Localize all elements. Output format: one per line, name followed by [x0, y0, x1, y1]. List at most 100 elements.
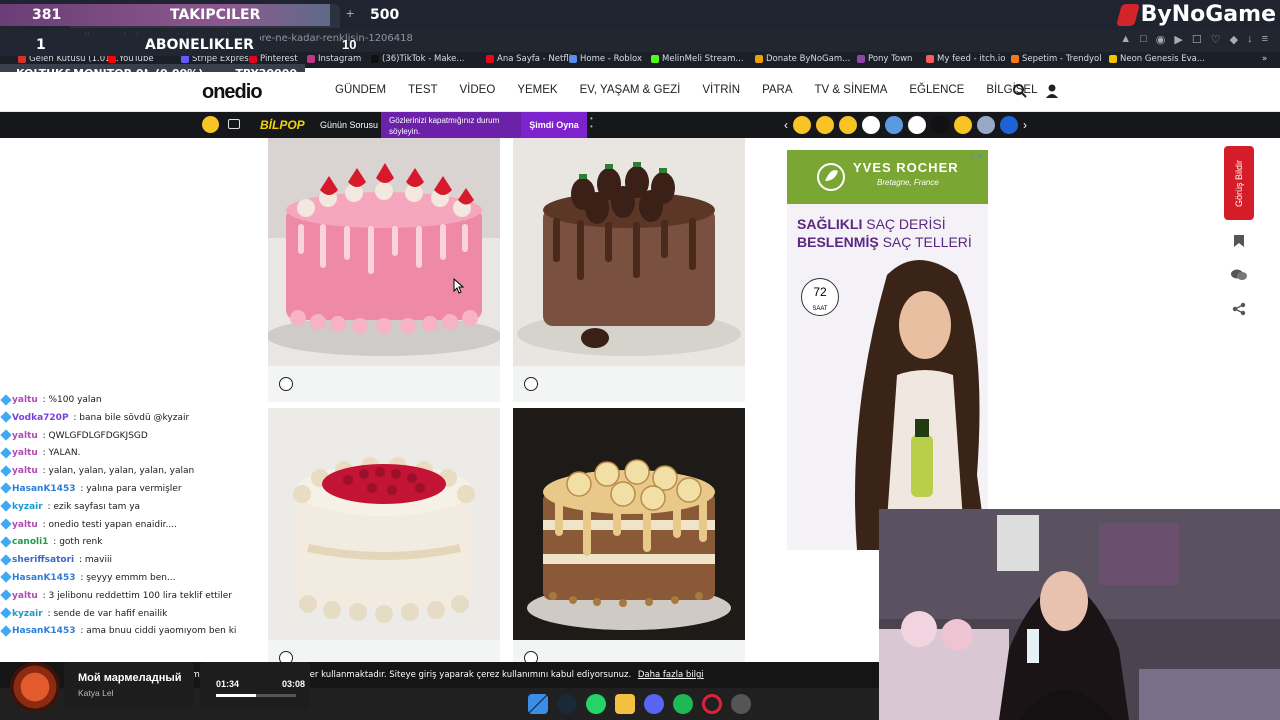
discord-icon[interactable] — [644, 694, 664, 714]
chat-username[interactable]: canoli1 — [12, 537, 48, 547]
nav-item[interactable]: YEMEK — [517, 84, 557, 96]
extensions-icon[interactable]: ◆ — [1230, 33, 1238, 46]
chat-username[interactable]: kyzair — [12, 609, 43, 619]
nav-item[interactable]: TV & SİNEMA — [815, 84, 888, 96]
player-icon[interactable]: ▶ — [1174, 33, 1182, 46]
nav-item[interactable]: EĞLENCE — [909, 84, 964, 96]
prev-arrow-icon[interactable]: ‹ — [784, 118, 788, 132]
bookmark-label: My feed - itch.io — [937, 54, 1006, 64]
nav-item[interactable]: VİDEO — [460, 84, 496, 96]
opera-gx-icon[interactable] — [702, 694, 722, 714]
chat-username[interactable]: HasanK1453 — [12, 573, 75, 583]
reaction-emoji-icon[interactable] — [885, 116, 903, 134]
game-icon[interactable] — [228, 119, 240, 129]
track-progress-bar[interactable] — [216, 694, 296, 697]
answer-card-banana-cake[interactable] — [513, 408, 745, 670]
subs-label: ABONELIKLER — [145, 37, 254, 53]
settings-icon[interactable] — [731, 694, 751, 714]
bilpop-logo[interactable]: BİLPOP — [260, 118, 305, 132]
next-arrow-icon[interactable]: › — [1023, 118, 1027, 132]
nav-item[interactable]: TEST — [408, 84, 437, 96]
chat-username[interactable]: Vodka720P — [12, 413, 69, 423]
pin-icon[interactable]: ▲ — [1120, 33, 1131, 46]
bookmark-item[interactable]: (36)TikTok - Make... — [371, 54, 465, 64]
bookmark-item[interactable]: My feed - itch.io — [926, 54, 1005, 64]
bookmark-item[interactable]: Home - Roblox — [569, 54, 642, 64]
reaction-emoji-icon[interactable] — [816, 116, 834, 134]
reaction-emoji-icon[interactable] — [908, 116, 926, 134]
bookmark-label: (36)TikTok - Make... — [382, 54, 465, 64]
user-icon[interactable] — [1044, 83, 1060, 99]
mouse-cursor-icon — [453, 278, 465, 294]
answer-radio-1[interactable] — [279, 377, 293, 391]
chat-username[interactable]: sheriffsatori — [12, 555, 74, 565]
reaction-emoji-icon[interactable] — [977, 116, 995, 134]
new-tab-icon[interactable]: + — [346, 5, 354, 21]
adchoices-icon[interactable]: ▷✕ — [971, 152, 984, 161]
chat-message: kyzair : ezik sayfası tam ya — [0, 499, 262, 517]
cookie-more-link[interactable]: Daha fazla bilgi — [638, 670, 704, 680]
chat-username[interactable]: yaltu — [12, 591, 38, 601]
brand-name: ByNoGame — [1140, 2, 1276, 27]
screenshot-icon[interactable]: □ — [1140, 33, 1147, 46]
chat-username[interactable]: yaltu — [12, 448, 38, 458]
answer-card-raspberry-cake[interactable] — [268, 408, 500, 670]
answer-radio-2[interactable] — [524, 377, 538, 391]
chat-username[interactable]: yaltu — [12, 520, 38, 530]
nav-item[interactable]: VİTRİN — [702, 84, 740, 96]
steam-icon[interactable] — [557, 694, 577, 714]
bookmark-label: MelinMeli Stream... — [662, 54, 744, 64]
chat-username[interactable]: HasanK1453 — [12, 626, 75, 636]
taskbar-icons — [528, 694, 751, 714]
chat-username[interactable]: yaltu — [12, 395, 38, 405]
reaction-emoji-icon[interactable] — [862, 116, 880, 134]
chat-username[interactable]: kyzair — [12, 502, 43, 512]
whatsapp-icon[interactable] — [586, 694, 606, 714]
smiley-icon[interactable] — [202, 116, 219, 133]
more-dots-icon[interactable]: • • — [590, 115, 593, 131]
files-icon[interactable] — [615, 694, 635, 714]
play-now-button[interactable]: Şimdi Oyna — [521, 112, 587, 138]
heart-icon[interactable]: ♡ — [1211, 33, 1221, 46]
bookmarks-overflow-icon[interactable]: » — [1262, 54, 1267, 64]
bookmark-item[interactable]: MelinMeli Stream... — [651, 54, 744, 64]
bookmark-icon[interactable]: ☐ — [1192, 33, 1202, 46]
chat-username[interactable]: HasanK1453 — [12, 484, 75, 494]
reaction-emoji-icon[interactable] — [839, 116, 857, 134]
snapshot-icon[interactable]: ◉ — [1156, 33, 1166, 46]
reaction-emoji-icon[interactable] — [931, 116, 949, 134]
chat-username[interactable]: yaltu — [12, 466, 38, 476]
bookmark-item[interactable]: Ana Sayfa - Netflix — [486, 54, 576, 64]
comments-icon[interactable] — [1230, 268, 1248, 282]
advertisement-banner[interactable]: YVES ROCHER Bretagne, France ▷✕ SAĞLIKLI… — [787, 150, 988, 550]
reaction-emoji-icon[interactable] — [954, 116, 972, 134]
reaction-emoji-icon[interactable] — [793, 116, 811, 134]
nav-item[interactable]: GÜNDEM — [335, 84, 386, 96]
nav-item[interactable]: PARA — [762, 84, 792, 96]
search-icon[interactable] — [1012, 83, 1028, 99]
bookmark-save-icon[interactable] — [1232, 234, 1246, 248]
bookmark-item[interactable]: Instagram — [307, 54, 361, 64]
share-icon[interactable] — [1232, 302, 1246, 316]
chat-message: yaltu : %100 yalan — [0, 392, 262, 410]
bookmark-item[interactable]: Neon Genesis Eva... — [1109, 54, 1205, 64]
site-logo[interactable]: onedio — [202, 81, 263, 104]
bookmark-item[interactable]: Sepetim - Trendyol — [1011, 54, 1102, 64]
download-icon[interactable]: ↓ — [1247, 33, 1253, 46]
reaction-emoji-icon[interactable] — [1000, 116, 1018, 134]
feedback-button[interactable]: Görüş Bildir — [1224, 146, 1254, 220]
answer-card-chocolate-cake[interactable] — [513, 138, 745, 402]
bookmark-item[interactable]: Donate ByNoGam... — [755, 54, 850, 64]
ad-model-image — [855, 260, 987, 550]
menu-icon[interactable]: ≡ — [1262, 33, 1268, 46]
chat-username[interactable]: yaltu — [12, 431, 38, 441]
chat-badge-icon — [0, 429, 12, 441]
chat-text: : ama bnuu ciddi yaomıyom ben ki — [77, 626, 237, 637]
chat-badge-icon — [0, 465, 12, 477]
chat-badge-icon — [0, 393, 12, 406]
spotify-icon[interactable] — [673, 694, 693, 714]
windows-icon[interactable] — [528, 694, 548, 714]
answer-card-pink-cake[interactable] — [268, 138, 500, 402]
bookmark-item[interactable]: Pony Town — [857, 54, 912, 64]
nav-item[interactable]: EV, YAŞAM & GEZİ — [580, 84, 681, 96]
